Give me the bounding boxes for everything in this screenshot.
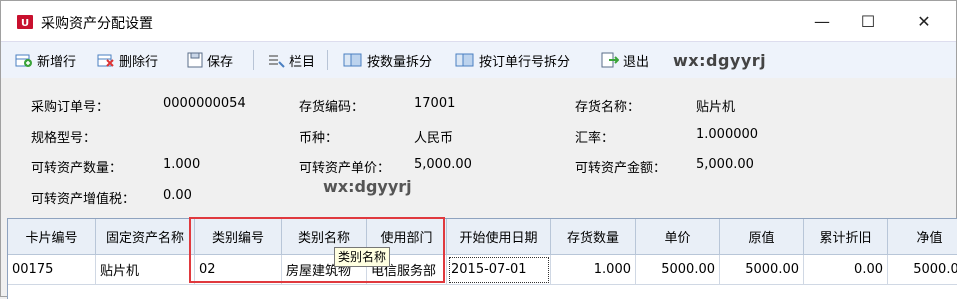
add-row-button[interactable]: 新增行 [15,50,76,70]
cell-net-value[interactable]: 5000.00 [888,255,957,285]
column-tooltip: 类别名称 [334,247,391,267]
inventory-code-value: 17001 [414,96,456,111]
delete-row-button[interactable]: 删除行 [97,50,158,70]
title-bar: U 采购资产分配设置 — ☐ ✕ [1,1,956,41]
inventory-name-value: 贴片机 [696,100,736,115]
column-header[interactable]: 卡片编号 [8,219,96,255]
toolbar: 新增行 删除行 保存 栏目 按数量拆分 按订单行号拆分 退出 [1,41,956,79]
column-header[interactable]: 单价 [636,219,720,255]
cell-asset-name[interactable]: 贴片机 [96,255,195,285]
columns-button[interactable]: 栏目 [267,50,315,70]
split-by-qty-button[interactable]: 按数量拆分 [343,50,432,70]
split-by-order-line-button[interactable]: 按订单行号拆分 [455,50,570,70]
column-header[interactable]: 累计折旧 [804,219,888,255]
exit-button[interactable]: 退出 [601,50,649,70]
spec-label: 规格型号： [31,131,97,146]
maximize-button[interactable]: ☐ [845,1,891,41]
po-no-value: 0000000054 [163,96,246,111]
save-button[interactable]: 保存 [187,50,233,70]
split-by-order-line-label: 按订单行号拆分 [479,54,571,70]
inventory-code-label: 存货编码： [299,100,365,115]
cell-card-no[interactable]: 00175 [8,255,96,285]
convertible-vat-value: 0.00 [163,188,192,203]
header-form: 采购订单号： 0000000054 存货编码： 17001 存货名称： 贴片机 … [1,78,956,215]
watermark-text: wx:dgyyrj [323,177,412,196]
columns-icon [269,55,285,68]
cell-accumulated-depreciation[interactable]: 0.00 [804,255,888,285]
save-label: 保存 [207,54,234,70]
toolbar-divider [327,50,328,70]
po-no-label: 采购订单号： [31,100,110,115]
minimize-icon: — [814,11,830,31]
convertible-amount-value: 5,000.00 [696,157,754,172]
window-title: 采购资产分配设置 [41,16,153,32]
minimize-button[interactable]: — [799,1,845,41]
cell-quantity[interactable]: 1.000 [551,255,636,285]
add-row-label: 新增行 [37,54,77,70]
asset-grid: 卡片编号 固定资产名称 类别编号 类别名称 使用部门 开始使用日期 存货数量 单… [7,218,957,299]
highlight-box [189,217,445,283]
asset-allocation-window: U 采购资产分配设置 — ☐ ✕ 新增行 删除行 保存 栏目 按数量拆分 按订单… [0,0,957,299]
add-row-icon [15,54,32,67]
column-header[interactable]: 存货数量 [551,219,636,255]
delete-row-icon [97,54,114,67]
convertible-qty-label: 可转资产数量： [31,161,123,176]
cell-original-value[interactable]: 5000.00 [720,255,804,285]
watermark-text: wx:dgyyrj [673,51,767,70]
inventory-name-label: 存货名称： [575,100,641,115]
column-header[interactable]: 净值 [888,219,957,255]
column-header[interactable]: 原值 [720,219,804,255]
split-icon [343,53,362,67]
currency-label: 币种： [299,131,339,146]
convertible-price-value: 5,000.00 [414,157,472,172]
columns-label: 栏目 [289,54,316,70]
exchange-rate-label: 汇率： [575,131,615,146]
split-icon [455,53,474,67]
close-button[interactable]: ✕ [901,1,947,41]
column-header[interactable]: 固定资产名称 [96,219,195,255]
app-logo-icon: U [17,15,33,29]
cell-unit-price[interactable]: 5000.00 [636,255,720,285]
maximize-icon: ☐ [860,11,876,31]
delete-row-label: 删除行 [119,54,159,70]
column-header[interactable]: 开始使用日期 [447,219,551,255]
cell-start-date[interactable]: 2015-07-01 [447,255,551,285]
split-by-qty-label: 按数量拆分 [367,54,433,70]
currency-value: 人民币 [414,131,454,146]
close-icon: ✕ [917,11,931,31]
exchange-rate-value: 1.000000 [696,127,759,142]
exit-icon [601,52,619,68]
exit-label: 退出 [623,54,650,70]
svg-text:U: U [21,18,29,29]
convertible-amount-label: 可转资产金额： [575,161,667,176]
convertible-qty-value: 1.000 [163,157,201,172]
convertible-price-label: 可转资产单价： [299,161,391,176]
convertible-vat-label: 可转资产增值税： [31,192,136,207]
save-icon [187,52,203,68]
toolbar-divider [253,50,254,70]
